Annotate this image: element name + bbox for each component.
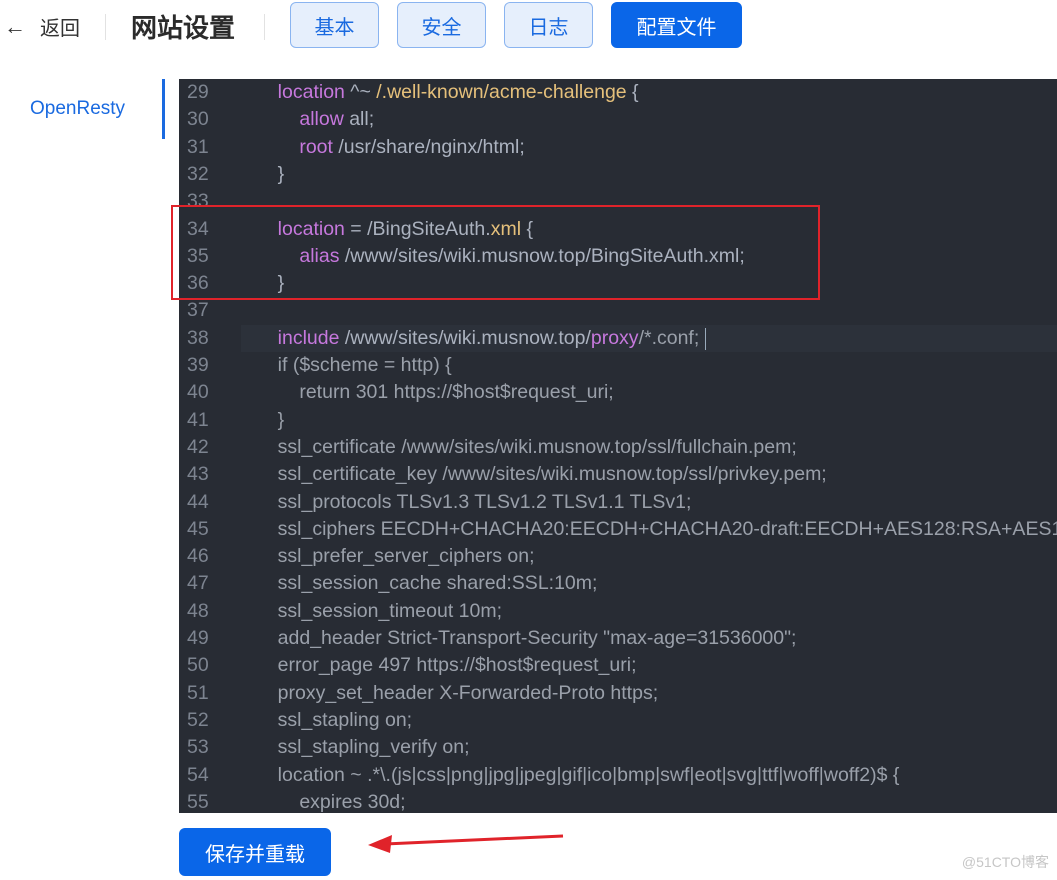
watermark: @51CTO博客 xyxy=(961,854,1049,870)
annotation-arrow-icon xyxy=(368,834,564,853)
